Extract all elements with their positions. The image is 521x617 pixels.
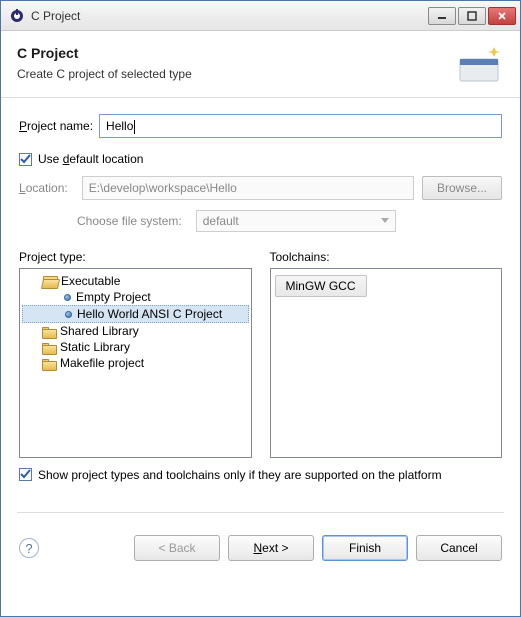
tree-item[interactable]: Shared Library xyxy=(22,323,249,339)
page-description: Create C project of selected type xyxy=(17,67,504,81)
location-label: Location: xyxy=(19,181,68,195)
help-button[interactable]: ? xyxy=(19,538,39,558)
tree-item-label: Shared Library xyxy=(60,324,139,338)
dialog-body: Project name: Hello Use default location… xyxy=(1,98,520,525)
folder-icon xyxy=(42,342,56,353)
page-title: C Project xyxy=(17,45,504,61)
close-button[interactable] xyxy=(488,7,516,25)
tree-item[interactable]: Empty Project xyxy=(22,289,249,305)
folder-open-icon xyxy=(42,276,57,287)
browse-button: Browse... xyxy=(422,176,502,200)
location-input: E:\develop\workspace\Hello xyxy=(82,176,414,200)
filesystem-row: Choose file system: default xyxy=(77,210,502,232)
tree-item-label: Static Library xyxy=(60,340,130,354)
project-name-label: Project name: xyxy=(19,119,93,133)
window-title: C Project xyxy=(31,9,428,23)
project-name-row: Project name: Hello xyxy=(19,114,502,138)
filter-row: Show project types and toolchains only i… xyxy=(19,468,502,482)
toolchain-item[interactable]: MinGW GCC xyxy=(275,275,367,297)
filter-label: Show project types and toolchains only i… xyxy=(38,468,442,482)
wizard-header: C Project Create C project of selected t… xyxy=(1,31,520,98)
title-bar[interactable]: C Project xyxy=(1,1,520,31)
chevron-down-icon xyxy=(381,218,389,224)
next-button[interactable]: Next > xyxy=(228,535,314,561)
tree-item-label: Executable xyxy=(61,274,120,288)
tree-item[interactable]: Static Library xyxy=(22,339,249,355)
back-button: < Back xyxy=(134,535,220,561)
location-row: Location: E:\develop\workspace\Hello Bro… xyxy=(19,176,502,200)
maximize-button[interactable] xyxy=(458,7,486,25)
project-type-tree[interactable]: Executable Empty Project Hello World ANSI … xyxy=(19,268,252,458)
dialog-footer: ? < Back Next > Finish Cancel xyxy=(1,525,520,575)
tree-item-label: Makefile project xyxy=(60,356,144,370)
project-type-label: Project type: xyxy=(19,250,252,264)
cancel-button[interactable]: Cancel xyxy=(416,535,502,561)
use-default-location-row: Use default location xyxy=(19,152,502,166)
wizard-banner-icon xyxy=(456,43,504,85)
app-icon xyxy=(9,8,25,24)
minimize-button[interactable] xyxy=(428,7,456,25)
dialog-window: C Project C Project Create C project of … xyxy=(0,0,521,617)
footer-buttons: < Back Next > Finish Cancel xyxy=(134,535,502,561)
toolchains-list[interactable]: MinGW GCC xyxy=(270,268,503,458)
filter-checkbox[interactable] xyxy=(19,468,32,481)
finish-button[interactable]: Finish xyxy=(322,535,408,561)
toolchains-column: Toolchains: MinGW GCC xyxy=(270,250,503,458)
window-buttons xyxy=(428,7,516,25)
folder-icon xyxy=(42,358,56,369)
use-default-location-checkbox[interactable] xyxy=(19,153,32,166)
use-default-location-label: Use default location xyxy=(38,152,143,166)
tree-item[interactable]: Executable xyxy=(22,273,249,289)
project-template-icon xyxy=(63,309,73,319)
project-name-input[interactable]: Hello xyxy=(99,114,502,138)
filesystem-label: Choose file system: xyxy=(77,214,182,228)
project-type-column: Project type: Executable Empty Project Hel… xyxy=(19,250,252,458)
filesystem-select: default xyxy=(196,210,396,232)
tree-item[interactable]: Hello World ANSI C Project xyxy=(22,305,249,323)
tree-item-label: Empty Project xyxy=(76,290,151,304)
folder-icon xyxy=(42,326,56,337)
tree-item[interactable]: Makefile project xyxy=(22,355,249,371)
tree-item-label: Hello World ANSI C Project xyxy=(77,307,222,321)
type-toolchain-columns: Project type: Executable Empty Project Hel… xyxy=(19,250,502,458)
separator xyxy=(17,512,504,513)
toolchains-label: Toolchains: xyxy=(270,250,503,264)
project-template-icon xyxy=(62,292,72,302)
